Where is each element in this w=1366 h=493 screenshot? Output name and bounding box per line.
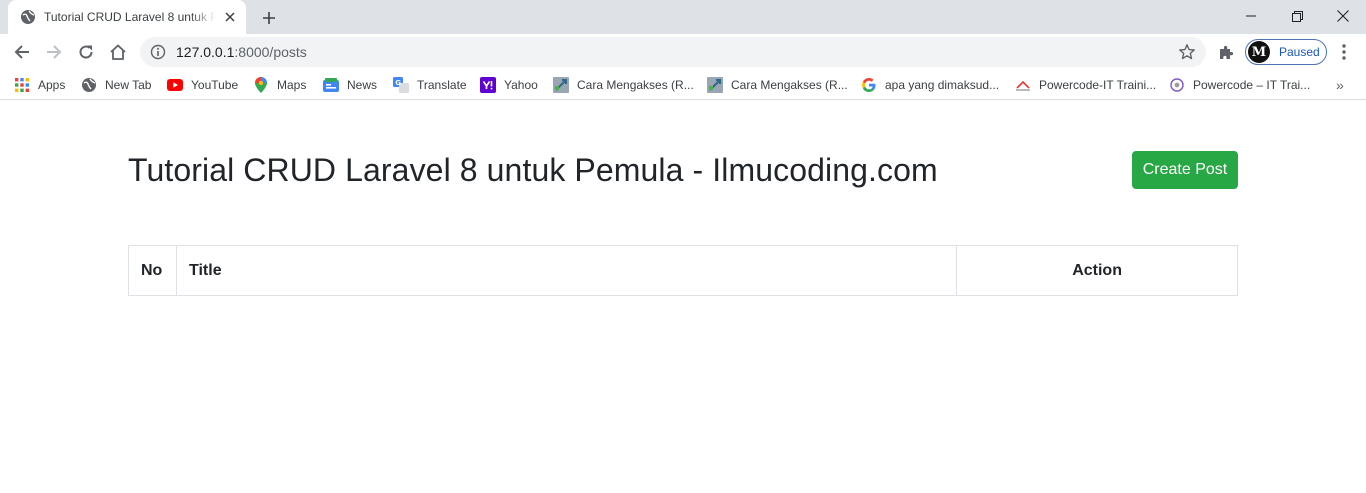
bookmark-yahoo[interactable]: Yahoo	[480, 76, 538, 94]
tab-strip: Tutorial CRUD Laravel 8 untuk Pemula - I…	[0, 0, 1366, 34]
reload-icon[interactable]	[72, 38, 100, 66]
bookmark-youtube[interactable]: YouTube	[167, 76, 238, 94]
create-post-button[interactable]: Create Post	[1132, 151, 1238, 189]
svg-text:G: G	[395, 79, 401, 87]
bookmark-label: Apps	[38, 78, 66, 92]
restore-icon[interactable]	[1274, 0, 1320, 32]
avatar: M	[1248, 41, 1270, 63]
bookmarks-bar: Apps New Tab YouTube Maps News G Transla…	[0, 70, 1366, 100]
url-text[interactable]: 127.0.0.1:8000/posts	[176, 44, 307, 60]
apps-grid-icon	[14, 77, 30, 93]
news-icon	[323, 77, 339, 93]
bookmark-label: YouTube	[191, 78, 239, 92]
column-header-no: No	[128, 245, 177, 296]
url-path: :8000/posts	[234, 44, 307, 60]
powercode-circle-icon	[1169, 77, 1185, 93]
web-page-content: Tutorial CRUD Laravel 8 untuk Pemula - I…	[0, 101, 1366, 493]
url-host: 127.0.0.1	[176, 44, 235, 60]
more-bookmarks-chevron-icon[interactable]: »	[1336, 77, 1344, 93]
minimize-icon[interactable]	[1228, 0, 1274, 32]
translate-icon: G	[393, 77, 409, 93]
bookmark-label: Maps	[277, 78, 307, 92]
bookmark-translate[interactable]: G Translate	[393, 76, 467, 94]
bookmark-label: Powercode-IT Traini...	[1039, 78, 1157, 92]
yahoo-icon	[480, 77, 496, 93]
close-tab-icon[interactable]	[222, 9, 238, 25]
bookmark-powercode-1[interactable]: Powercode-IT Traini...	[1015, 76, 1156, 94]
page-title: Tutorial CRUD Laravel 8 untuk Pemula - I…	[128, 152, 938, 188]
bookmark-label: Powercode – IT Trai...	[1193, 78, 1311, 92]
bookmark-label: Cara Mengakses (R...	[577, 78, 694, 92]
table-header-row: No Title Action	[128, 245, 1238, 296]
back-arrow-icon[interactable]	[8, 38, 36, 66]
site-info-icon[interactable]	[150, 44, 166, 60]
profile-button[interactable]: M Paused	[1245, 39, 1327, 65]
close-window-icon[interactable]	[1320, 0, 1366, 32]
maps-pin-icon	[253, 77, 269, 93]
bookmark-new-tab[interactable]: New Tab	[81, 76, 151, 94]
bookmark-powercode-2[interactable]: Powercode – IT Trai...	[1169, 76, 1310, 94]
address-bar[interactable]: 127.0.0.1:8000/posts	[140, 37, 1206, 67]
bookmark-news[interactable]: News	[323, 76, 377, 94]
tab-title: Tutorial CRUD Laravel 8 untuk Pemula - I…	[44, 10, 216, 24]
profile-status: Paused	[1279, 45, 1320, 59]
kebab-menu-icon[interactable]	[1334, 42, 1354, 62]
bookmark-label: Cara Mengakses (R...	[731, 78, 848, 92]
forward-arrow-icon[interactable]	[40, 38, 68, 66]
extensions-puzzle-icon[interactable]	[1216, 42, 1236, 62]
bookmark-label: apa yang dimaksud...	[885, 78, 1000, 92]
google-icon	[861, 77, 877, 93]
bookmark-label: Translate	[417, 78, 467, 92]
site-icon	[707, 77, 723, 93]
bookmark-label: Yahoo	[504, 78, 538, 92]
youtube-icon	[167, 77, 183, 93]
powercode-icon	[1015, 77, 1031, 93]
bookmark-cara-mengakses-1[interactable]: Cara Mengakses (R...	[553, 76, 694, 94]
posts-table: No Title Action	[128, 245, 1238, 296]
bookmark-cara-mengakses-2[interactable]: Cara Mengakses (R...	[707, 76, 848, 94]
bookmark-google-search[interactable]: apa yang dimaksud...	[861, 76, 999, 94]
bookmark-maps[interactable]: Maps	[253, 76, 306, 94]
window-controls	[1228, 0, 1366, 32]
column-header-title: Title	[175, 245, 958, 296]
site-icon	[553, 77, 569, 93]
bookmark-label: New Tab	[105, 78, 152, 92]
bookmark-label: News	[347, 78, 378, 92]
globe-icon	[20, 9, 36, 25]
new-tab-plus-icon[interactable]	[258, 7, 280, 29]
bookmark-apps[interactable]: Apps	[14, 76, 65, 94]
home-icon[interactable]	[104, 38, 132, 66]
browser-toolbar: 127.0.0.1:8000/posts M Paused	[0, 34, 1366, 70]
bookmark-star-icon[interactable]	[1178, 43, 1196, 61]
browser-tab-active[interactable]: Tutorial CRUD Laravel 8 untuk Pemula - I…	[8, 0, 246, 34]
globe-icon	[81, 77, 97, 93]
column-header-action: Action	[956, 245, 1238, 296]
